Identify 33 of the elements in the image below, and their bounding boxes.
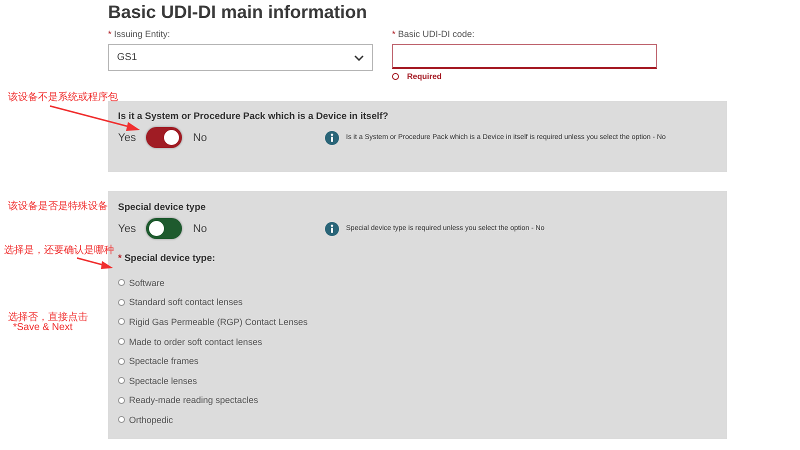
error-icon: [392, 73, 399, 80]
options-label: * Special device type:: [118, 253, 216, 264]
toggle-switch[interactable]: [146, 218, 182, 239]
annotation-text: *Save & Next: [13, 322, 72, 333]
chevron-down-icon: [354, 54, 364, 60]
annotation-text: 该设备是否是特殊设备: [8, 200, 108, 213]
page-title: Basic UDI-DI main information: [108, 2, 368, 23]
toggle-switch[interactable]: [146, 127, 182, 148]
annotation-text: 该设备不是系统或程序包: [8, 90, 118, 104]
yes-label: Yes: [118, 222, 136, 234]
radio-option[interactable]: Spectacle frames: [118, 351, 199, 371]
question-text: Special device type: [118, 202, 207, 213]
error-text: Required: [407, 72, 442, 81]
question-text: Is it a System or Procedure Pack which is a Device in itself?: [118, 111, 390, 122]
issuing-entity-select[interactable]: GS1: [108, 44, 373, 71]
radio-option[interactable]: Software: [118, 273, 165, 293]
info-icon: [325, 130, 340, 144]
code-input[interactable]: [392, 44, 657, 69]
radio-option[interactable]: Made to order soft contact lenses: [118, 332, 262, 352]
radio-option[interactable]: Orthopedic: [118, 410, 174, 430]
info-icon: [325, 222, 340, 236]
radio-option[interactable]: Spectacle lenses: [118, 370, 198, 391]
annotation-arrow: [76, 257, 113, 269]
field-label: * Basic UDI-DI code:: [392, 29, 476, 39]
no-label: No: [192, 132, 208, 144]
no-label: No: [192, 222, 208, 234]
yes-label: Yes: [118, 132, 136, 144]
field-label: * Issuing Entity:: [108, 29, 172, 39]
radio-option[interactable]: Rigid Gas Permeable (RGP) Contact Lenses: [118, 312, 308, 332]
radio-option[interactable]: Ready-made reading spectacles: [118, 390, 258, 410]
annotation-text: 选择否，直接点击: [8, 310, 88, 323]
radio-option[interactable]: Standard soft contact lenses: [118, 292, 243, 312]
annotation-text: 选择是，还要确认是哪种: [4, 244, 114, 257]
